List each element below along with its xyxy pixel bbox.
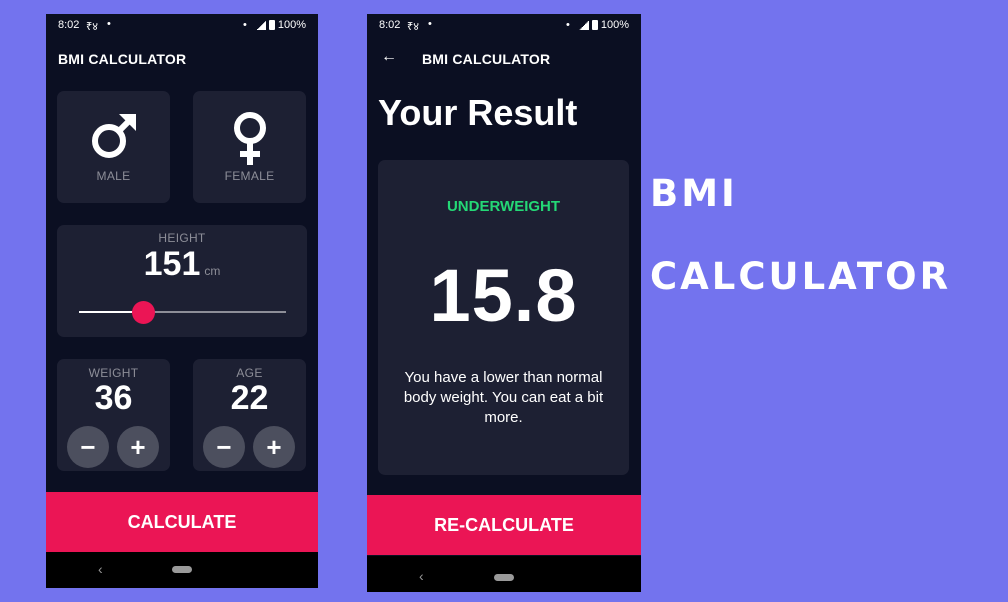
promo-title-line1: BMI: [650, 172, 738, 215]
recalculate-button[interactable]: RE-CALCULATE: [367, 495, 641, 555]
app-title: BMI CALCULATOR: [58, 51, 187, 67]
system-nav-bar: ‹: [367, 556, 641, 592]
battery-level: 100%: [277, 19, 306, 31]
nav-home-icon[interactable]: [172, 566, 192, 573]
nav-back-icon[interactable]: ‹: [98, 561, 103, 577]
result-status: UNDERWEIGHT: [446, 198, 561, 215]
minus-icon: −: [216, 432, 232, 462]
result-screen: 8:02 ₹४ • • 100% ← BMI CALCULATOR Your R…: [367, 14, 641, 592]
female-icon: [233, 112, 266, 165]
app-title: BMI CALCULATOR: [422, 51, 551, 67]
result-description: You have a lower than normal body weight…: [403, 369, 604, 426]
status-symbol: ₹४: [86, 21, 99, 33]
status-dot: •: [107, 18, 111, 30]
weight-card: WEIGHT 36 − +: [57, 359, 170, 471]
status-time: 8:02: [379, 19, 401, 31]
female-card[interactable]: FEMALE: [193, 91, 306, 203]
age-plus-button[interactable]: +: [253, 426, 295, 468]
battery-icon: [268, 20, 275, 30]
status-symbol: ₹४: [407, 21, 420, 33]
male-label: MALE: [96, 169, 131, 183]
signal-icon: [255, 20, 266, 30]
status-dot: •: [243, 19, 247, 31]
signal-icon: [578, 20, 589, 30]
age-label: AGE: [236, 366, 263, 380]
weight-value: 36: [94, 379, 133, 417]
age-minus-button[interactable]: −: [203, 426, 245, 468]
height-card: HEIGHT 151 cm: [57, 225, 307, 337]
battery-level: 100%: [600, 19, 629, 31]
battery-icon: [591, 20, 598, 30]
plus-icon: +: [130, 432, 146, 462]
input-screen: 8:02 ₹४ • • 100% BMI CALCULATOR MALE FEM…: [46, 14, 318, 588]
system-nav-bar: ‹: [46, 552, 318, 588]
status-bar: 8:02 ₹४ • • 100%: [367, 14, 641, 38]
status-time: 8:02: [58, 19, 80, 31]
minus-icon: −: [80, 432, 96, 462]
height-label: HEIGHT: [158, 231, 206, 245]
height-unit: cm: [204, 264, 221, 278]
height-slider-thumb[interactable]: [132, 301, 155, 324]
age-card: AGE 22 − +: [193, 359, 306, 471]
height-value: 151: [143, 245, 201, 283]
weight-plus-button[interactable]: +: [117, 426, 159, 468]
male-card[interactable]: MALE: [57, 91, 170, 203]
back-arrow-icon[interactable]: ←: [381, 48, 397, 66]
male-icon: [91, 114, 136, 158]
calculate-button[interactable]: CALCULATE: [46, 492, 318, 552]
nav-back-icon[interactable]: ‹: [419, 568, 424, 584]
status-dot: •: [566, 19, 570, 31]
female-label: FEMALE: [224, 169, 275, 183]
weight-minus-button[interactable]: −: [67, 426, 109, 468]
result-card: UNDERWEIGHT 15.8 You have a lower than n…: [378, 160, 629, 475]
nav-home-icon[interactable]: [494, 574, 514, 581]
status-dot: •: [428, 18, 432, 30]
age-value: 22: [230, 379, 269, 417]
weight-label: WEIGHT: [88, 366, 139, 380]
status-bar: 8:02 ₹४ • • 100%: [46, 14, 318, 38]
bmi-value: 15.8: [429, 254, 578, 337]
promo-title-line2: CALCULATOR: [650, 255, 952, 298]
result-heading: Your Result: [378, 92, 578, 133]
plus-icon: +: [266, 432, 282, 462]
